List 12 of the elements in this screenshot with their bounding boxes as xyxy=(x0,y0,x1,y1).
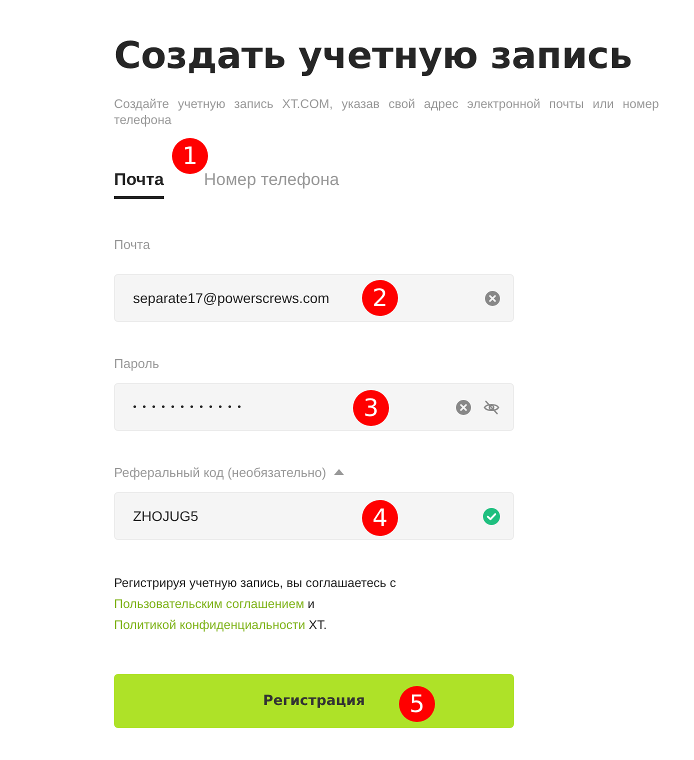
clear-icon[interactable] xyxy=(485,290,500,306)
agreement-text: Регистрируя учетную запись, вы соглашаетесь с Пользовательским соглашением и Политикой конфиденциальности XT. xyxy=(114,575,398,634)
field-label: Почта xyxy=(114,236,150,252)
caret-icon[interactable] xyxy=(334,469,344,475)
tab[interactable]: Почта xyxy=(114,170,164,199)
field-label: Реферальный код (необязательно) xyxy=(114,464,326,480)
eye-off-icon[interactable] xyxy=(483,400,500,414)
subtitle: Создайте учетную запись XT.COM, указав свой адрес электронной почты или номер телефона xyxy=(114,96,659,128)
page-title: Создать учетную запись xyxy=(114,33,633,79)
clear-icon[interactable] xyxy=(456,400,471,414)
step-marker: 1 xyxy=(172,138,208,174)
field-label: Пароль xyxy=(114,356,160,370)
